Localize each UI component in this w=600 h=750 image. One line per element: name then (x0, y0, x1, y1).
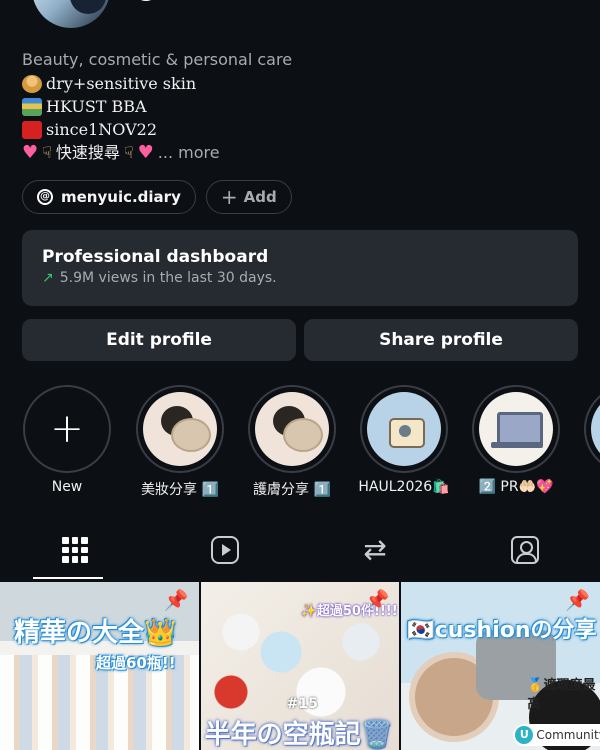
tab-posts[interactable] (0, 520, 150, 580)
post-title: 🇰🇷cushionの分享 (407, 618, 597, 643)
pin-icon: 📌 (565, 588, 591, 612)
search-hint: 快速搜尋 (55, 143, 120, 162)
share-profile-button[interactable]: Share profile (304, 319, 578, 361)
bio-line-3: since1NOV22 (22, 118, 582, 141)
threads-link[interactable]: @ menyuic.diary (22, 180, 196, 214)
highlight-makeup[interactable]: 美妝分享 1️⃣ (130, 385, 230, 499)
add-story-icon[interactable]: + (130, 0, 162, 4)
profile-bio: Beauty, cosmetic & personal care dry+sen… (22, 48, 582, 164)
repost-icon: ⇄ (363, 533, 387, 566)
person-emoji-icon (22, 74, 42, 93)
post-title: 半年の空瓶記🗑️ (204, 720, 394, 750)
tab-tagged[interactable] (450, 520, 600, 580)
community-badge: U Community (513, 724, 600, 746)
story-highlights: + New 美妝分享 1️⃣ 護膚分享 1️⃣ HAUL2026🛍️ 2️⃣ P… (22, 385, 600, 505)
highlight-new[interactable]: + New (22, 385, 117, 495)
post-subtitle: 🥇遮瑕度最高 (527, 678, 596, 712)
pointing-down-icon: ☟ (42, 143, 52, 162)
edit-profile-button[interactable]: Edit profile (22, 319, 296, 361)
highlight-pr[interactable]: 2️⃣ PR🤲🏻💖 (466, 385, 566, 495)
post-subtitle: 超過60瓶!! (96, 654, 176, 672)
plus-icon: + (220, 185, 238, 209)
heart-icon: ♥ (22, 142, 39, 163)
profile-tabs: ⇄ (0, 520, 600, 580)
profile-avatar-area: + (22, 0, 162, 30)
highlight-haul[interactable]: HAUL2026🛍️ (354, 385, 454, 495)
highlight-cover (143, 392, 217, 466)
highlight-cover (479, 392, 553, 466)
professional-dashboard[interactable]: Professional dashboard ↗ 5.9M views in t… (22, 230, 578, 306)
pin-icon: 📌 (163, 588, 189, 612)
grid-icon (62, 537, 88, 563)
reels-icon (211, 536, 239, 564)
bio-line-1: dry+sensitive skin (22, 72, 582, 95)
highlight-skincare[interactable]: 護膚分享 1️⃣ (242, 385, 342, 499)
profile-links: @ menyuic.diary + Add (22, 180, 292, 214)
add-link-button[interactable]: + Add (205, 180, 292, 214)
post-number: #15 (286, 696, 318, 712)
dashboard-subtitle: ↗ 5.9M views in the last 30 days. (42, 270, 277, 286)
post-tile[interactable]: 🇰🇷cushionの分享 🥇遮瑕度最高 U Community 📌 (401, 582, 600, 750)
heart-icon: ♥ (137, 142, 154, 163)
avatar[interactable] (32, 0, 110, 28)
tab-reels[interactable] (150, 520, 300, 580)
post-tile[interactable]: ✨超過50件!!!! #15 半年の空瓶記🗑️ 📌 (200, 582, 400, 750)
highlight-next[interactable]: N (578, 385, 600, 495)
trend-up-icon: ↗ (42, 270, 54, 286)
bio-line-4: ♥ ☟ 快速搜尋 ☟ ♥ ... more (22, 141, 582, 164)
books-emoji-icon (22, 97, 42, 116)
threads-icon: @ (37, 189, 53, 205)
profile-actions: Edit profile Share profile (22, 319, 578, 361)
highlight-cover (591, 392, 600, 466)
post-tile[interactable]: 精華の大全👑 超過60瓶!! 📌 (0, 582, 199, 750)
more-link[interactable]: ... more (158, 141, 220, 164)
tab-reposts[interactable]: ⇄ (300, 520, 450, 580)
plus-icon: + (50, 406, 84, 452)
hong-kong-flag-icon (22, 120, 42, 139)
highlight-cover (255, 392, 329, 466)
dashboard-title: Professional dashboard (42, 247, 269, 267)
pointing-down-icon: ☟ (123, 143, 134, 162)
post-grid: 精華の大全👑 超過60瓶!! 📌 ✨超過50件!!!! #15 半年の空瓶記🗑️… (0, 582, 600, 750)
highlight-cover (367, 392, 441, 466)
tagged-icon (511, 536, 539, 564)
pin-icon: 📌 (364, 588, 390, 612)
post-title: 精華の大全👑 (14, 618, 177, 648)
profile-category: Beauty, cosmetic & personal care (22, 50, 293, 69)
bio-line-2: HKUST BBA (22, 95, 582, 118)
